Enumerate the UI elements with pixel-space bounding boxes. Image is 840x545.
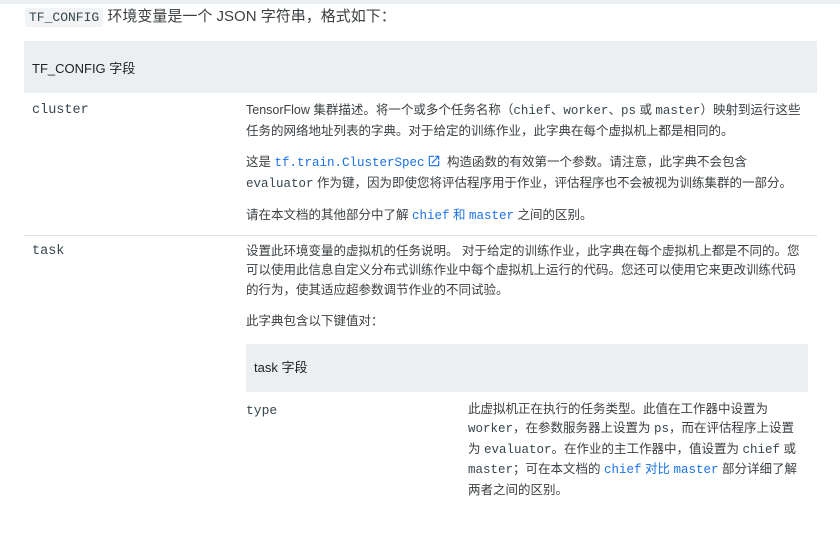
intro-text: 环境变量是一个 JSON 字符串，格式如下： [103, 8, 396, 25]
page-top-divider [0, 0, 840, 4]
doc-link[interactable]: chief 对比 master [604, 462, 719, 477]
inline-code: chief [411, 209, 450, 223]
link-code-text: tf.train.ClusterSpec [274, 156, 425, 170]
text-run: 、 [608, 103, 621, 117]
external-link-icon[interactable] [427, 154, 441, 168]
inline-code: worker [563, 104, 609, 118]
text-run: 作为键，因为即使您将评估程序用于作业，评估程序也不会被视为训练集群的一部分。 [313, 175, 792, 190]
text-run: 、 [550, 103, 564, 117]
task-fields-subtable: task 字段 type 此虚拟机正在执行的任务类型。此值在工作器中设置为 wo… [246, 343, 808, 512]
table-row-task: task 设置此环境变量的虚拟机的任务说明。 对于给定的训练作业，此字典在每个虚… [24, 236, 817, 512]
inline-code: ps [654, 422, 670, 436]
task-paragraph-1: 设置此环境变量的虚拟机的任务说明。 对于给定的训练作业，此字典在每个虚拟机上都是… [246, 242, 808, 301]
doc-link[interactable]: tf.train.ClusterSpec [274, 155, 425, 170]
table-header: TF_CONFIG 字段 [24, 41, 817, 93]
inline-code: ps [620, 104, 636, 118]
tf-config-fields-table: TF_CONFIG 字段 cluster TensorFlow 集群描述。将一个… [24, 41, 817, 512]
text-run: ，在参数服务器上设置为 [513, 421, 654, 435]
table-row-cluster: cluster TensorFlow 集群描述。将一个或多个任务名称（chief… [24, 93, 817, 236]
text-run: 或 [780, 441, 796, 456]
inline-code: master [468, 463, 514, 477]
inline-code: worker [468, 422, 514, 436]
inline-code: master [655, 104, 701, 118]
text-run: 此虚拟机正在执行的任务类型。此值在工作器中设置为 [468, 401, 769, 416]
doc-link[interactable]: chief 和 master [411, 208, 514, 223]
inline-code: evaluator [246, 176, 314, 191]
cluster-paragraph-2: 这是 tf.train.ClusterSpec 构造函数的有效第一个参数。请注意… [246, 153, 808, 194]
task-paragraph-2: 此字典包含以下键值对： [246, 312, 808, 332]
tf-config-code: TF_CONFIG [25, 8, 104, 27]
intro-line: TF_CONFIG 环境变量是一个 JSON 字符串，格式如下： [25, 6, 396, 29]
text-run: 设置此环境变量的虚拟机的任务说明。 对于给定的训练作业，此字典在每个虚拟机上都是… [246, 243, 800, 297]
text-run: 和 [449, 208, 469, 222]
text-run: 或 [635, 103, 656, 117]
subfield-key-type: type [246, 402, 278, 418]
field-key-task: task [32, 243, 65, 259]
inline-code: evaluator [483, 442, 552, 457]
subtable-row-type: type 此虚拟机正在执行的任务类型。此值在工作器中设置为 worker，在参数… [246, 392, 808, 512]
subtable-header: task 字段 [246, 343, 808, 392]
text-run: 请在本文档的其他部分中了解 [246, 208, 412, 222]
field-key-cluster: cluster [32, 103, 89, 118]
cluster-paragraph-3: 请在本文档的其他部分中了解 chief 和 master 之间的区别。 [246, 206, 808, 227]
subfield-desc-type: 此虚拟机正在执行的任务类型。此值在工作器中设置为 worker，在参数服务器上设… [468, 400, 803, 501]
inline-code: chief [513, 104, 551, 118]
inline-code: chief [742, 442, 780, 457]
inline-code: master [673, 463, 719, 477]
text-run: TensorFlow 集群描述。将一个或多个任务名称（ [246, 103, 514, 117]
text-run: 。在作业的主工作器中，值设置为 [551, 441, 743, 456]
inline-code: master [468, 209, 514, 223]
text-run: 构造函数的有效第一个参数。请注意，此字典不会包含 [443, 155, 747, 169]
text-run: 此字典包含以下键值对： [246, 314, 384, 328]
inline-code: chief [604, 463, 642, 477]
cluster-paragraph-1: TensorFlow 集群描述。将一个或多个任务名称（chief、worker、… [246, 101, 808, 141]
field-desc-cluster: TensorFlow 集群描述。将一个或多个任务名称（chief、worker、… [246, 101, 808, 227]
text-run: 这是 [246, 155, 275, 169]
field-desc-task: 设置此环境变量的虚拟机的任务说明。 对于给定的训练作业，此字典在每个虚拟机上都是… [246, 242, 808, 512]
text-run: 对比 [641, 462, 674, 476]
text-run: ；可在本文档的 [513, 462, 604, 476]
text-run: 之间的区别。 [513, 208, 593, 222]
